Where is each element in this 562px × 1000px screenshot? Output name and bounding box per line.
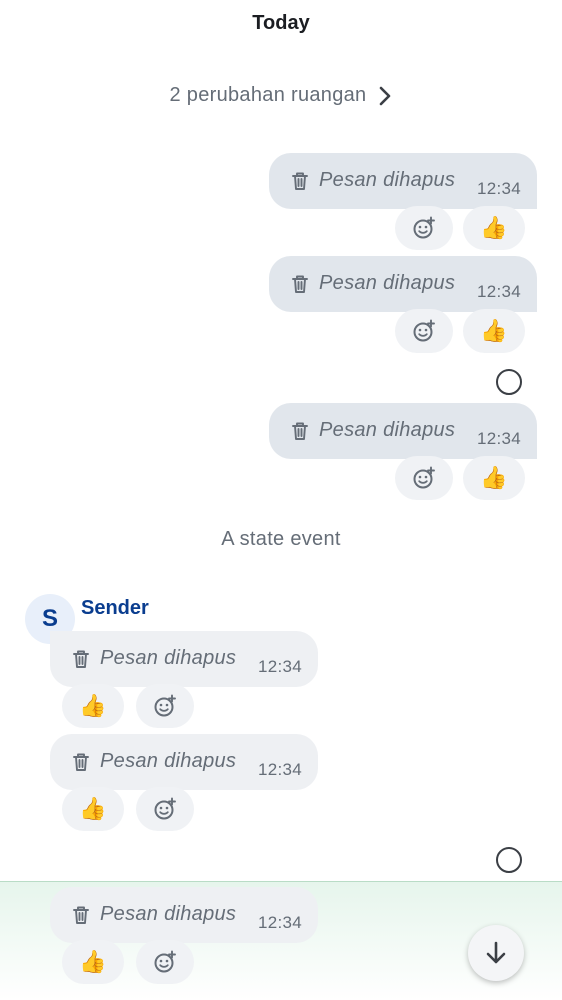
add-reaction-icon — [154, 950, 176, 973]
reaction-thumbs-up[interactable]: 👍 — [62, 787, 124, 831]
chevron-right-icon — [380, 86, 391, 105]
message-bubble[interactable]: Pesan dihapus 12:34 — [50, 734, 318, 790]
message-text: Pesan dihapus — [319, 419, 456, 441]
thumbs-up-icon: 👍 — [480, 215, 508, 240]
message-bubble[interactable]: Pesan dihapus 12:34 — [269, 153, 537, 209]
trash-icon — [292, 422, 308, 440]
sender-name[interactable]: Sender — [81, 597, 149, 620]
room-changes-row[interactable]: 2 perubahan ruangan — [0, 84, 562, 107]
message-bubble[interactable]: Pesan dihapus 12:34 — [50, 887, 318, 943]
message-time: 12:34 — [258, 913, 303, 932]
message-bubble[interactable]: Pesan dihapus 12:34 — [269, 256, 537, 312]
add-reaction-icon — [154, 797, 176, 820]
trash-icon — [292, 172, 308, 190]
message-time: 12:34 — [258, 657, 303, 676]
scroll-to-bottom-button[interactable] — [468, 925, 524, 981]
reaction-thumbs-up[interactable]: 👍 — [62, 684, 124, 728]
message-time: 12:34 — [477, 179, 522, 198]
trash-icon — [73, 650, 89, 668]
thumbs-up-icon: 👍 — [79, 693, 107, 718]
message-time: 12:34 — [477, 282, 522, 301]
add-reaction-button[interactable] — [395, 456, 453, 500]
message-time: 12:34 — [258, 760, 303, 779]
message-text: Pesan dihapus — [100, 750, 237, 772]
day-header: Today — [252, 12, 310, 34]
state-event: A state event — [221, 528, 341, 550]
trash-icon — [292, 275, 308, 293]
add-reaction-icon — [154, 694, 176, 717]
thumbs-up-icon: 👍 — [79, 796, 107, 821]
message-time: 12:34 — [477, 429, 522, 448]
thumbs-up-icon: 👍 — [480, 318, 508, 343]
message-bubble[interactable]: Pesan dihapus 12:34 — [50, 631, 318, 687]
message-text: Pesan dihapus — [100, 903, 237, 925]
message-text: Pesan dihapus — [100, 647, 237, 669]
add-reaction-button[interactable] — [136, 940, 194, 984]
reaction-thumbs-up[interactable]: 👍 — [463, 309, 525, 353]
trash-icon — [73, 753, 89, 771]
room-changes-label: 2 perubahan ruangan — [169, 84, 367, 106]
add-reaction-icon — [413, 216, 435, 239]
reaction-thumbs-up[interactable]: 👍 — [62, 940, 124, 984]
thumbs-up-icon: 👍 — [79, 949, 107, 974]
add-reaction-icon — [413, 466, 435, 489]
message-text: Pesan dihapus — [319, 169, 456, 191]
reaction-thumbs-up[interactable]: 👍 — [463, 206, 525, 250]
add-reaction-button[interactable] — [395, 309, 453, 353]
add-reaction-button[interactable] — [136, 684, 194, 728]
add-reaction-button[interactable] — [395, 206, 453, 250]
thumbs-up-icon: 👍 — [480, 465, 508, 490]
message-text: Pesan dihapus — [319, 272, 456, 294]
read-receipt-icon[interactable] — [496, 369, 522, 395]
arrow-down-icon — [486, 941, 506, 964]
message-bubble[interactable]: Pesan dihapus 12:34 — [269, 403, 537, 459]
add-reaction-icon — [413, 319, 435, 342]
read-receipt-icon[interactable] — [496, 847, 522, 873]
trash-icon — [73, 906, 89, 924]
reaction-thumbs-up[interactable]: 👍 — [463, 456, 525, 500]
add-reaction-button[interactable] — [136, 787, 194, 831]
